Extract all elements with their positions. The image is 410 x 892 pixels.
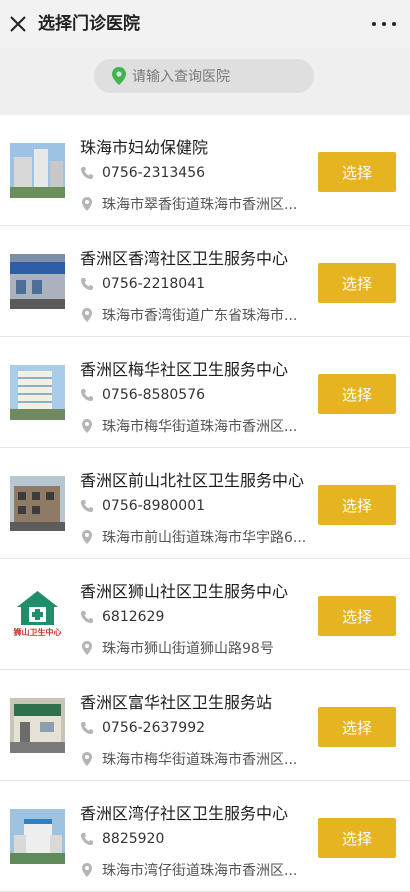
- select-button[interactable]: 选择: [318, 263, 396, 303]
- hospital-name: 香洲区富华社区卫生服务站: [80, 693, 273, 712]
- hospital-photo: [10, 698, 65, 753]
- hospital-name: 香洲区香湾社区卫生服务中心: [80, 249, 289, 268]
- select-button[interactable]: 选择: [318, 596, 396, 636]
- select-button[interactable]: 选择: [318, 374, 396, 414]
- location-icon: [82, 752, 92, 766]
- page-title: 选择门诊医院: [38, 14, 140, 34]
- hospital-photo: [10, 476, 65, 531]
- select-button[interactable]: 选择: [318, 152, 396, 192]
- hospital-phone: 0756-2313456: [102, 165, 206, 181]
- phone-icon: [81, 500, 93, 512]
- hospital-photo: [10, 809, 65, 864]
- location-icon: [82, 308, 92, 322]
- search-placeholder: 请输入查询医院: [132, 69, 230, 85]
- phone-icon: [81, 167, 93, 179]
- location-pin-icon: [112, 67, 126, 85]
- hospital-name: 香洲区前山北社区卫生服务中心: [80, 471, 305, 490]
- top-bar: 选择门诊医院: [0, 0, 410, 48]
- hospital-address: 珠海市梅华街道珠海市香洲区...: [102, 752, 298, 768]
- hospital-phone: 6812629: [102, 609, 165, 625]
- hospital-phone: 8825920: [102, 831, 165, 847]
- list-item[interactable]: 香洲区梅华社区卫生服务中心 0756-8580576 珠海市梅华街道珠海市香洲区…: [0, 337, 410, 448]
- list-item[interactable]: 珠海市妇幼保健院 0756-2313456 珠海市翠香街道珠海市香洲区... 选…: [0, 115, 410, 226]
- hospital-photo: [10, 254, 65, 309]
- select-button[interactable]: 选择: [318, 707, 396, 747]
- search-area: 请输入查询医院: [0, 48, 410, 106]
- more-icon[interactable]: [372, 12, 396, 36]
- location-icon: [82, 197, 92, 211]
- hospital-name: 香洲区梅华社区卫生服务中心: [80, 360, 289, 379]
- search-input[interactable]: 请输入查询医院: [94, 59, 314, 93]
- hospital-phone: 0756-8580576: [102, 387, 206, 403]
- phone-icon: [81, 722, 93, 734]
- hospital-phone: 0756-2218041: [102, 276, 206, 292]
- list-item[interactable]: 香洲区富华社区卫生服务站 0756-2637992 珠海市梅华街道珠海市香洲区.…: [0, 670, 410, 781]
- phone-icon: [81, 611, 93, 623]
- select-button[interactable]: 选择: [318, 485, 396, 525]
- select-button[interactable]: 选择: [318, 818, 396, 858]
- close-icon[interactable]: [6, 10, 30, 38]
- hospital-photo: [10, 143, 65, 198]
- location-icon: [82, 530, 92, 544]
- list-item[interactable]: 香洲区前山北社区卫生服务中心 0756-8980001 珠海市前山街道珠海市华宇…: [0, 448, 410, 559]
- hospital-address: 珠海市湾仔街道珠海市香洲区...: [102, 863, 298, 879]
- logo-caption: 狮山卫生中心: [13, 628, 62, 637]
- hospital-name: 香洲区湾仔社区卫生服务中心: [80, 804, 289, 823]
- hospital-name: 珠海市妇幼保健院: [80, 138, 209, 157]
- location-icon: [82, 419, 92, 433]
- hospital-address: 珠海市狮山街道狮山路98号: [102, 641, 274, 657]
- hospital-logo: 狮山卫生中心: [10, 587, 65, 642]
- list-item[interactable]: 香洲区湾仔社区卫生服务中心 8825920 珠海市湾仔街道珠海市香洲区... 选…: [0, 781, 410, 892]
- hospital-address: 珠海市前山街道珠海市华宇路6...: [102, 530, 307, 546]
- hospital-phone: 0756-2637992: [102, 720, 206, 736]
- phone-icon: [81, 389, 93, 401]
- list-item[interactable]: 香洲区香湾社区卫生服务中心 0756-2218041 珠海市香湾街道广东省珠海市…: [0, 226, 410, 337]
- list-item[interactable]: 狮山卫生中心 香洲区狮山社区卫生服务中心 6812629 珠海市狮山街道狮山路9…: [0, 559, 410, 670]
- phone-icon: [81, 278, 93, 290]
- hospital-list: 珠海市妇幼保健院 0756-2313456 珠海市翠香街道珠海市香洲区... 选…: [0, 115, 410, 892]
- location-icon: [82, 863, 92, 877]
- location-icon: [82, 641, 92, 655]
- hospital-name: 香洲区狮山社区卫生服务中心: [80, 582, 289, 601]
- phone-icon: [81, 833, 93, 845]
- hospital-address: 珠海市香湾街道广东省珠海市...: [102, 308, 298, 324]
- hospital-phone: 0756-8980001: [102, 498, 206, 514]
- hospital-address: 珠海市翠香街道珠海市香洲区...: [102, 197, 298, 213]
- hospital-address: 珠海市梅华街道珠海市香洲区...: [102, 419, 298, 435]
- hospital-photo: [10, 365, 65, 420]
